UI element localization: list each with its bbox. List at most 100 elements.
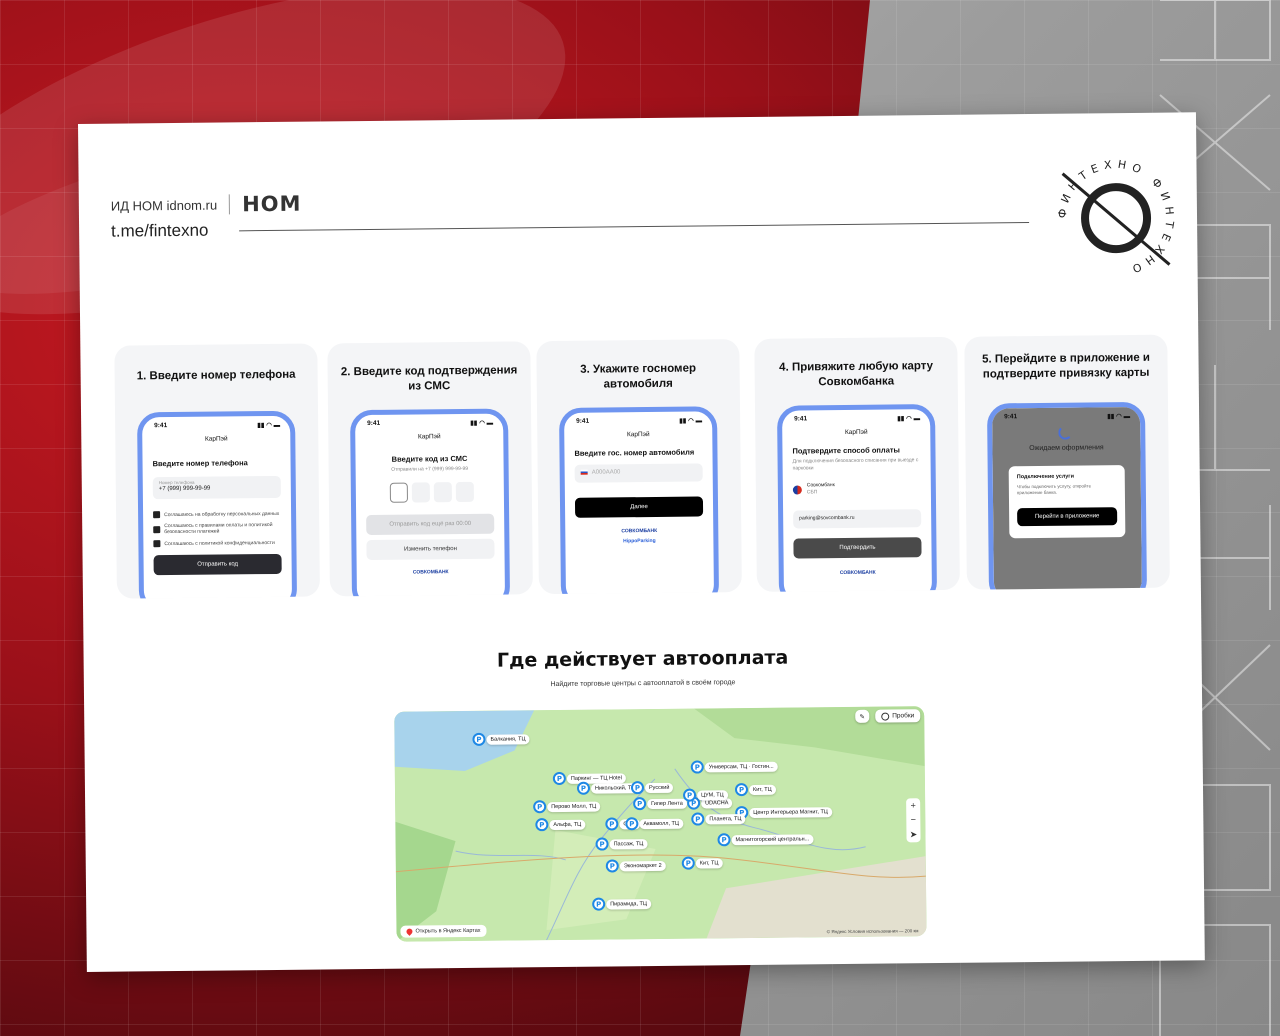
parking-pin-icon: P [472,732,486,746]
map-pin[interactable]: P Экономаркет 2 [605,859,666,873]
screen-heading: Введите номер телефона [152,458,248,469]
hippoparking-logo: HippoParking [623,537,656,545]
parking-pin-icon: P [681,856,695,870]
step-card-4: 4. Привяжите любую карту Совкомбанка 9:4… [754,336,960,592]
parking-pin-icon: P [595,837,609,851]
screen-heading: Подтвердите способ оплаты [792,445,900,456]
onboarding-steps: 1. Введите номер телефона 9:41 ▮▮ ◠ ▬ Кар… [114,334,1177,601]
map-pin[interactable]: P Русский [630,781,674,795]
zoom-out-button[interactable]: − [911,815,916,825]
map-pin[interactable]: P Кит, ТЦ [681,856,723,870]
map-pin[interactable]: P Планета, ТЦ [691,812,746,826]
map-pin[interactable]: P ЦУМ, ТЦ [682,788,728,802]
change-phone-button[interactable]: Изменить телефон [366,538,495,561]
parking-pin-icon: P [690,760,704,774]
plate-number-input[interactable]: А000АА00 [574,463,703,483]
ruler-icon[interactable]: ✎ [855,709,870,723]
step-card-2: 2. Введите код подтверждения из СМС 9:41… [327,341,533,597]
step-title: 1. Введите номер телефона [136,368,296,383]
autopay-map[interactable]: ✎ Пробки + − ➤ P Балкания, ТЦ P Паркинг — Т… [394,706,927,942]
step-title: 2. Введите код подтверждения из СМС [340,364,518,393]
map-pin[interactable]: P Пирамида, ТЦ [592,897,651,911]
map-pin-label: Кит, ТЦ [695,857,723,869]
app-title: КарПэй [844,428,868,436]
map-pin-label: Русский [644,782,674,793]
step-title: 5. Перейдите в приложение и подтвердите … [981,351,1151,381]
map-pin-label: Магнитогорский центральн... [731,833,814,845]
send-code-button[interactable]: Отправить код [153,553,282,576]
brand-separator [229,194,231,215]
map-pin[interactable]: P Гипер Лента [633,797,687,811]
consent-checkbox[interactable]: Соглашаюсь с правилами оплаты и политико… [153,522,281,535]
sovcombank-logo: СОВКОМБАНК [839,569,876,577]
open-app-button[interactable]: Перейти в приложение [1017,507,1118,527]
app-title: КарПэй [204,435,228,443]
parking-pin-icon: P [535,818,549,832]
sovcombank-icon [792,484,802,495]
map-pin[interactable]: P Кит, ТЦ [734,783,776,797]
map-pin-label: Балкания, ТЦ [486,733,530,745]
traffic-icon [881,712,890,721]
section-title: Где действует автооплата [496,646,789,672]
locate-icon[interactable]: ➤ [910,829,918,840]
consent-checkbox[interactable]: Соглашаюсь с политикой конфиденциальност… [153,539,281,548]
consent-checkbox[interactable]: Соглашаюсь на обработку персональных дан… [153,510,281,519]
zoom-control[interactable]: + − ➤ [906,798,921,843]
parking-pin-icon: P [691,812,705,826]
resend-code-button[interactable]: Отправить код ещё раз 00:00 [366,513,495,536]
telegram-link[interactable]: t.me/fintexno [111,221,209,242]
map-pin[interactable]: P Перово Молл, ТЦ [533,800,601,814]
status-bar: 9:41 ▮▮ ◠ ▬ [576,417,703,425]
map-pin-label: Перово Молл, ТЦ [547,801,601,812]
map-pin-label: Пассаж, ТЦ [609,838,648,849]
parking-pin-icon: P [605,817,619,831]
map-pin[interactable]: P Аквамолл, ТЦ [625,817,684,831]
sovcombank-logo: СОВКОМБАНК [621,527,658,535]
screen-subtitle: Отправили на +7 (999) 999-99-99 [391,465,469,473]
map-pin[interactable]: P Центр Интерьера Магнит, ТЦ [735,805,832,820]
zoom-in-button[interactable]: + [910,800,915,810]
map-pin[interactable]: P Балкания, ТЦ [472,732,530,746]
step-card-1: 1. Введите номер телефона 9:41 ▮▮ ◠ ▬ Кар… [114,343,320,599]
status-bar: 9:41 ▮▮ ◠ ▬ [367,419,494,427]
next-button[interactable]: Далее [574,496,704,518]
open-in-yandex-maps-button[interactable]: Открыть в Яндекс Картах [400,924,487,938]
phone-mockup: 9:41 ▮▮ ◠ ▬ Ожидаем оформления Подключени… [986,401,1148,590]
map-pin-label: Экономаркет 2 [619,860,666,871]
map-pin-label: Универсам, ТЦ · Гостин... [704,761,778,772]
parking-pin-icon: P [605,859,619,873]
parking-pin-icon: P [592,897,606,911]
brand-bar: ИД НОМ idnom.ru НОМ [111,192,302,218]
fintexno-seal-logo: ФИНТЕХНО ФИНТЕХНО [1055,157,1177,278]
map-pin[interactable]: P Магнитогорский центральн... [717,832,814,847]
map-pin-label: ЦУМ, ТЦ [697,789,728,801]
map-pin-label: Пирамида, ТЦ [606,898,651,910]
traffic-toggle[interactable]: Пробки [875,709,921,723]
map-pin[interactable]: P Пассаж, ТЦ [595,837,648,851]
sms-code-input[interactable] [389,481,474,503]
confirm-button[interactable]: Подтвердить [793,537,922,559]
app-title: КарПэй [626,431,650,439]
phone-field[interactable]: Номер телефона +7 (999) 999-99-99 [152,475,281,500]
step-title: 4. Привяжите любую карту Совкомбанка [779,360,934,389]
map-pin[interactable]: P Универсам, ТЦ · Гостин... [690,760,778,774]
publisher-label: ИД НОМ idnom.ru [110,197,218,214]
map-pin-label: Центр Интерьера Магнит, ТЦ [749,806,832,818]
nom-logo: НОМ [242,191,302,217]
parking-pin-icon: P [576,781,591,795]
map-attribution: © Яндекс Условия использования — 200 км [826,928,919,935]
map-pin-label: Аквамолл, ТЦ [639,818,684,829]
phone-mockup: 9:41 ▮▮ ◠ ▬ КарПэй Введите номер телефона… [137,410,298,599]
email-field[interactable]: parking@sovcombank.ru [793,509,922,529]
phone-mockup: 9:41 ▮▮ ◠ ▬ КарПэй Подтвердите способ опл… [776,404,938,592]
section-subtitle: Найдите торговые центры с автооплатой в … [550,679,736,689]
map-pin-label: Гипер Лента [647,798,687,809]
map-pin[interactable]: P Альфа, ТЦ [535,818,586,832]
parking-pin-icon: P [552,771,566,786]
screen-subtitle: Для подключения безопасного списания при… [792,457,919,472]
parking-pin-icon: P [625,817,639,831]
parking-pin-icon: P [633,797,647,811]
parking-pin-icon: P [533,800,547,814]
payment-method-option[interactable]: Совкомбанк СБП [792,482,835,496]
loading-spinner-icon [1058,425,1073,440]
